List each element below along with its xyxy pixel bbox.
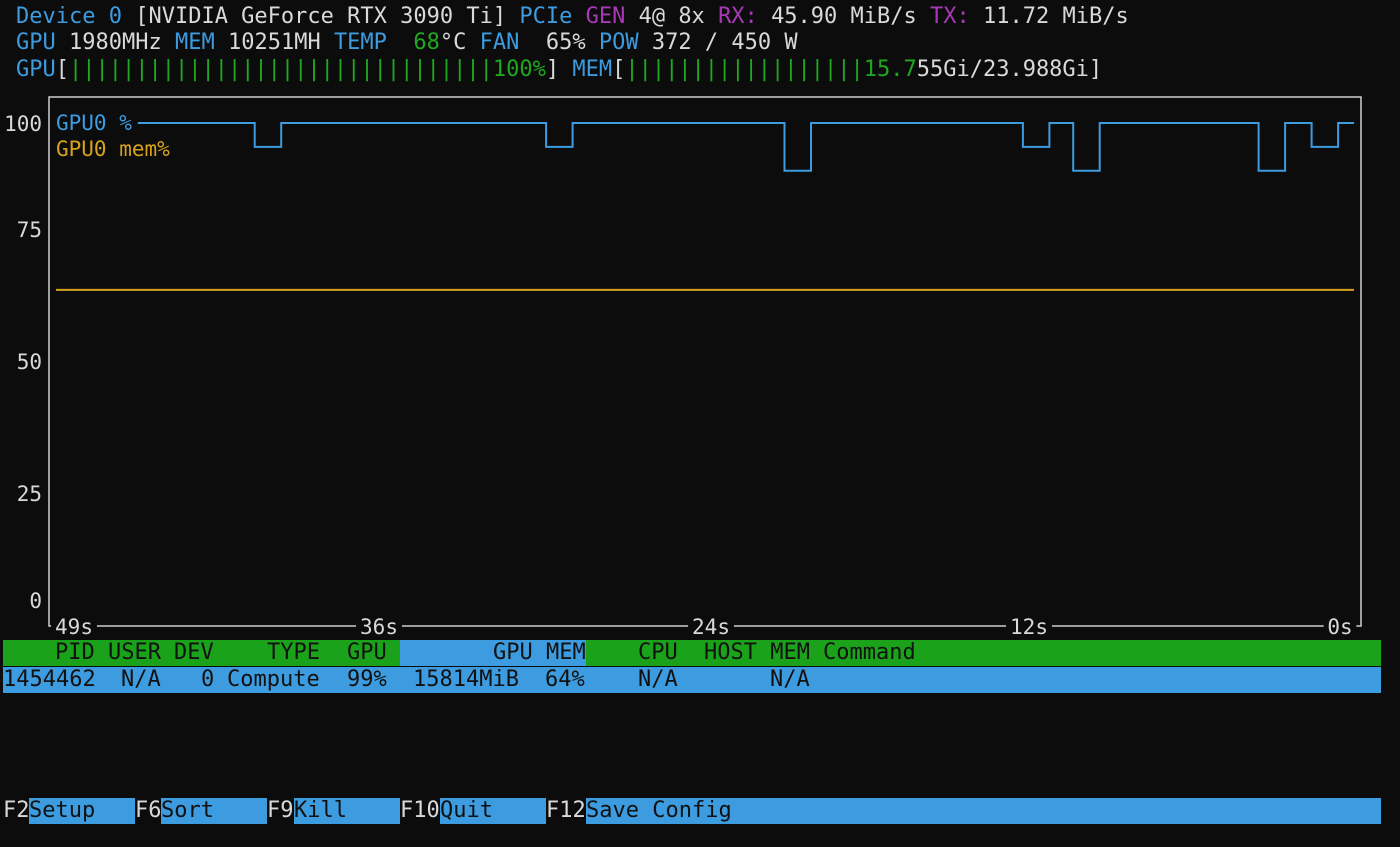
x-tick-label: 36s (360, 615, 398, 639)
row-host-mem: N/A (770, 667, 810, 692)
y-tick-label: 75 (17, 218, 42, 242)
series-layer (56, 122, 1354, 291)
kill-button[interactable]: Kill (294, 798, 400, 824)
y-tick-label: 100 (4, 112, 42, 136)
row-dev: 0 (201, 667, 215, 692)
col-type[interactable]: TYPE (267, 640, 320, 666)
col-pid[interactable]: PID (55, 640, 95, 666)
quit-button[interactable]: Quit (440, 798, 546, 824)
f2-key[interactable]: F2 (3, 798, 30, 824)
col-user[interactable]: USER (108, 640, 161, 666)
col-dev[interactable]: DEV (174, 640, 214, 666)
col-gpu[interactable]: GPU (347, 640, 387, 666)
process-table-header: PID USER DEV TYPE GPU GPU MEM CPU HOST M… (3, 640, 1381, 666)
utilization-chart: 100 75 50 25 0 49s 36s 24s 12s 0s GPU0 %GPU0 mem… (4, 96, 1362, 639)
legend-entry: GPU0 mem% (56, 137, 170, 161)
row-gpu-mem-pct: 64% (545, 667, 585, 692)
row-gpu-mem: 15814MiB (413, 667, 519, 692)
row-pid: 1454462 (3, 667, 96, 692)
x-tick-label: 24s (692, 615, 730, 639)
x-tick-label: 0s (1327, 615, 1352, 639)
chart-frame (48, 96, 1362, 627)
col-host-mem[interactable]: HOST MEM (704, 640, 810, 666)
f10-key[interactable]: F10 (400, 798, 440, 824)
row-gpu: 99% (347, 667, 387, 692)
legend-entry: GPU0 % (56, 111, 132, 135)
series-line-0 (56, 122, 1354, 172)
f12-key[interactable]: F12 (546, 798, 586, 824)
x-tick-label: 49s (55, 615, 93, 639)
setup-button[interactable]: Setup (29, 798, 135, 824)
sort-button[interactable]: Sort (161, 798, 267, 824)
y-tick-label: 25 (17, 482, 42, 506)
f9-key[interactable]: F9 (267, 798, 294, 824)
y-axis-ticks: 100 75 50 25 0 (4, 112, 42, 613)
chart-legend: GPU0 %GPU0 mem% (54, 111, 178, 162)
y-tick-label: 0 (29, 589, 42, 613)
col-command[interactable]: Command (823, 640, 916, 666)
row-type: Compute (227, 667, 320, 692)
x-tick-label: 12s (1010, 615, 1048, 639)
f6-key[interactable]: F6 (135, 798, 162, 824)
table-row[interactable]: 1454462 N/A 0 Compute 99% 15814MiB 64% N… (3, 667, 1381, 693)
row-cpu: N/A (638, 667, 678, 692)
save-config-button[interactable]: Save Config (586, 798, 1381, 824)
col-gpu-mem[interactable]: GPU MEM (493, 640, 586, 666)
col-cpu[interactable]: CPU (638, 640, 678, 666)
y-tick-label: 50 (17, 350, 42, 374)
function-key-bar: F2 Setup F6 Sort F9 Kill F10 Quit F12 Sa… (3, 798, 1381, 824)
row-user: N/A (121, 667, 161, 692)
